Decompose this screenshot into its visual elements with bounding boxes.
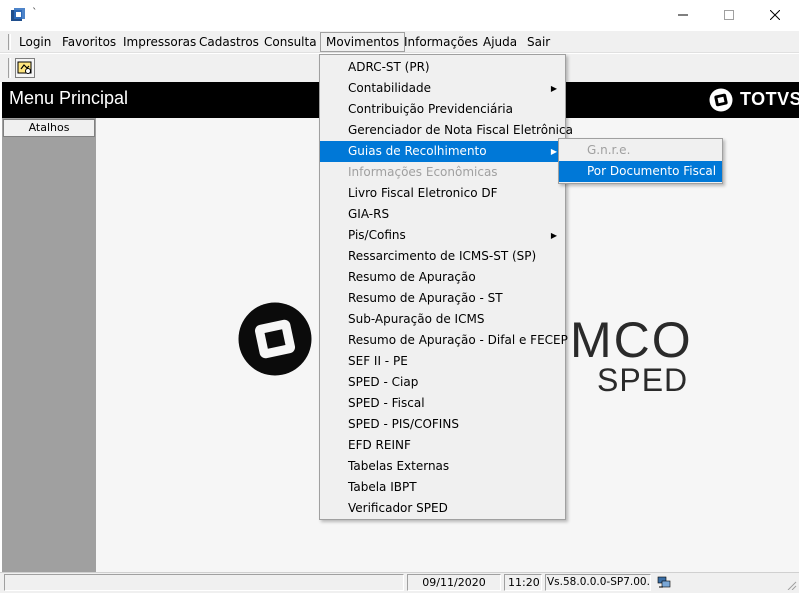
dropdown-item-label: Verificador SPED	[348, 501, 448, 515]
dropdown-item[interactable]: EFD REINF	[320, 435, 565, 456]
dropdown-item[interactable]: Gerenciador de Nota Fiscal Eletrônica	[320, 120, 573, 141]
brand-sped-text: SPED	[597, 362, 689, 398]
menu-cadastros[interactable]: Cadastros	[194, 32, 264, 52]
dropdown-item[interactable]: Pis/Cofins ▶	[320, 225, 565, 246]
dropdown-item[interactable]: SPED - Ciap	[320, 372, 565, 393]
maximize-icon	[724, 10, 734, 20]
resize-grip-icon	[787, 581, 797, 591]
dropdown-item[interactable]: Tabela IBPT	[320, 477, 565, 498]
menu-impressoras[interactable]: Impressoras	[118, 32, 201, 52]
menu-favoritos[interactable]: Favoritos	[57, 32, 121, 52]
dropdown-item-label: Gerenciador de Nota Fiscal Eletrônica	[348, 123, 573, 137]
page-title: Menu Principal	[9, 88, 129, 108]
submenu-arrow-icon: ▶	[550, 147, 557, 156]
dropdown-item-label: GIA-RS	[348, 207, 390, 221]
menu-movimentos[interactable]: Movimentos	[320, 32, 406, 52]
dropdown-item-label: Ressarcimento de ICMS-ST (SP)	[348, 249, 537, 263]
dropdown-item[interactable]: ADRC-ST (PR)	[320, 57, 565, 78]
status-version: Vs.58.0.0.0-SP7.00.3	[545, 574, 651, 591]
resize-grip[interactable]	[783, 578, 797, 591]
totvs-brand-text: TOTVS	[740, 89, 799, 109]
dropdown-item[interactable]: Tabelas Externas	[320, 456, 565, 477]
dropdown-item[interactable]: Resumo de Apuração - ST	[320, 288, 565, 309]
menu-sair[interactable]: Sair	[522, 32, 555, 52]
dropdown-item[interactable]: Guias de Recolhimento ▶	[320, 141, 565, 162]
minimize-icon	[678, 14, 688, 16]
favorites-icon	[17, 61, 32, 74]
totvs-logo-icon	[709, 88, 733, 112]
dropdown-item[interactable]: Ressarcimento de ICMS-ST (SP)	[320, 246, 565, 267]
brand-mco-text: MCO	[570, 312, 693, 368]
dropdown-item[interactable]: Resumo de Apuração - Difal e FECEP	[320, 330, 568, 351]
dropdown-item-label: SPED - Fiscal	[348, 396, 425, 410]
submenu-arrow-icon: ▶	[550, 231, 557, 240]
dropdown-item[interactable]: Livro Fiscal Eletronico DF	[320, 183, 565, 204]
tab-atalhos[interactable]: Atalhos	[3, 119, 95, 137]
dropdown-item[interactable]: Sub-Apuração de ICMS	[320, 309, 565, 330]
network-status-icon	[657, 576, 671, 588]
menu-ajuda[interactable]: Ajuda	[478, 32, 522, 52]
dropdown-item-label: Pis/Cofins	[348, 228, 406, 242]
dropdown-item-label: SEF II - PE	[348, 354, 408, 368]
dropdown-item-label: Resumo de Apuração - ST	[348, 291, 503, 305]
dropdown-item[interactable]: Verificador SPED	[320, 498, 565, 519]
status-time: 11:20	[504, 574, 542, 591]
dropdown-item-label: Contabilidade	[348, 81, 431, 95]
status-empty-cell	[4, 574, 404, 591]
dropdown-item[interactable]: SPED - PIS/COFINS	[320, 414, 565, 435]
dropdown-item-label: Tabela IBPT	[348, 480, 417, 494]
dropdown-item-label: Resumo de Apuração	[348, 270, 476, 284]
toolbar-grip	[8, 58, 11, 78]
window-title: `	[32, 6, 38, 19]
close-button[interactable]	[752, 0, 798, 30]
status-date: 09/11/2020	[407, 574, 501, 591]
dropdown-item[interactable]: Resumo de Apuração	[320, 267, 565, 288]
sidebar	[2, 118, 96, 572]
dropdown-item[interactable]: GIA-RS	[320, 204, 565, 225]
dropdown-item-label: ADRC-ST (PR)	[348, 60, 430, 74]
totvs-watermark-icon	[238, 302, 312, 376]
dropdown-item-label: SPED - Ciap	[348, 375, 419, 389]
dropdown-item[interactable]: Contribuição Previdenciária	[320, 99, 565, 120]
dropdown-item-label: Resumo de Apuração - Difal e FECEP	[348, 333, 568, 347]
menu-login[interactable]: Login	[14, 32, 56, 52]
menu-consulta[interactable]: Consulta	[259, 32, 322, 52]
dropdown-item-label: Guias de Recolhimento	[348, 144, 487, 158]
dropdown-item-label: Informações Econômicas	[348, 165, 498, 179]
submenu-arrow-icon: ▶	[550, 84, 557, 93]
submenu-item[interactable]: Por Documento Fiscal	[559, 161, 722, 182]
minimize-button[interactable]	[660, 0, 706, 30]
menu-informacoes[interactable]: Informações	[399, 32, 483, 52]
dropdown-item[interactable]: SPED - Fiscal	[320, 393, 565, 414]
dropdown-item: Informações Econômicas	[320, 162, 565, 183]
dropdown-item-label: Livro Fiscal Eletronico DF	[348, 186, 498, 200]
dropdown-item-label: Tabelas Externas	[348, 459, 450, 473]
menubar-grip	[8, 34, 11, 50]
favorites-toolbar-button[interactable]	[15, 58, 35, 78]
submenu-item: G.n.r.e.	[587, 143, 631, 157]
app-icon	[11, 8, 25, 21]
dropdown-item-label: EFD REINF	[348, 438, 411, 452]
dropdown-item-label: SPED - PIS/COFINS	[348, 417, 459, 431]
maximize-button[interactable]	[706, 0, 752, 30]
close-icon	[770, 10, 780, 20]
dropdown-item[interactable]: Contabilidade ▶	[320, 78, 565, 99]
dropdown-item[interactable]: SEF II - PE	[320, 351, 565, 372]
dropdown-item-label: Contribuição Previdenciária	[348, 102, 513, 116]
dropdown-item-label: Sub-Apuração de ICMS	[348, 312, 485, 326]
